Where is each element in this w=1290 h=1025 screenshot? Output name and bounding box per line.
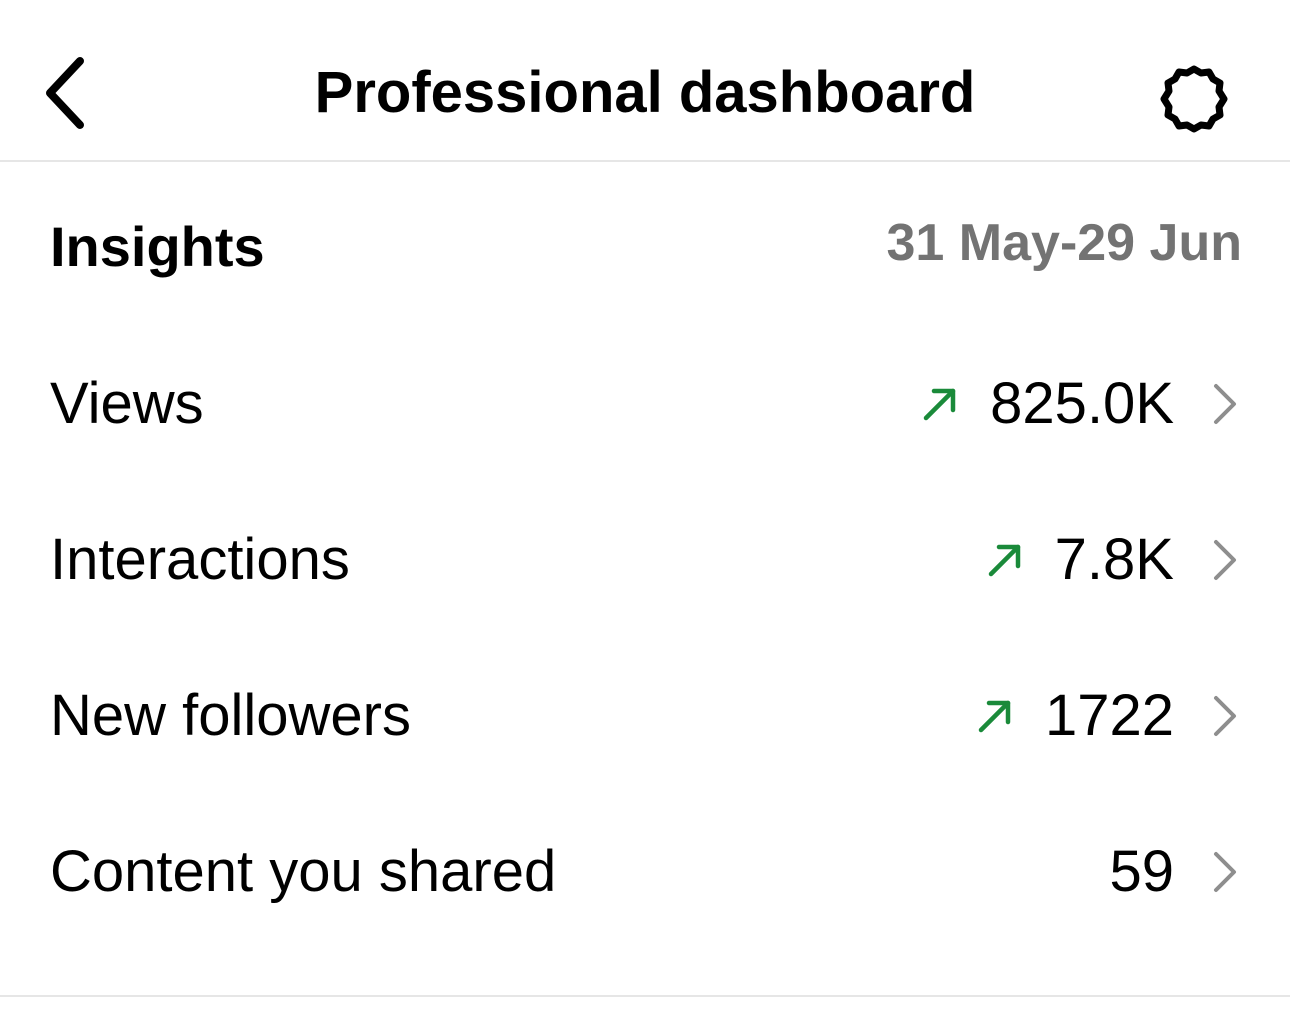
settings-button[interactable] xyxy=(1150,55,1238,143)
metric-value-group: 59 xyxy=(1109,834,1240,910)
metric-row-new-followers[interactable]: New followers 1722 xyxy=(0,638,1290,794)
chevron-right-icon xyxy=(1210,382,1240,426)
metric-value-group: 7.8K xyxy=(985,522,1240,598)
metric-value: 825.0K xyxy=(990,371,1174,436)
divider xyxy=(0,995,1290,997)
back-button[interactable] xyxy=(30,48,100,138)
insights-title: Insights xyxy=(50,215,265,278)
insights-header: Insights 31 May-29 Jun xyxy=(0,162,1290,332)
metric-row-views[interactable]: Views 825.0K xyxy=(0,326,1290,482)
top-nav-bar: Professional dashboard xyxy=(0,0,1290,162)
chevron-right-icon xyxy=(1210,850,1240,894)
trend-up-icon xyxy=(975,696,1015,736)
page-title: Professional dashboard xyxy=(314,60,976,125)
metric-row-content-you-shared[interactable]: Content you shared 59 xyxy=(0,794,1290,950)
chevron-left-icon xyxy=(46,57,84,129)
metric-row-interactions[interactable]: Interactions 7.8K xyxy=(0,482,1290,638)
metric-value-group: 825.0K xyxy=(920,366,1240,442)
metric-label: Interactions xyxy=(50,527,350,592)
metric-value: 59 xyxy=(1109,839,1174,904)
metric-label: Views xyxy=(50,371,204,436)
trend-up-icon xyxy=(985,540,1025,580)
date-range[interactable]: 31 May-29 Jun xyxy=(887,208,1243,278)
professional-dashboard-screen: Professional dashboard Insights 31 May-2… xyxy=(0,0,1290,1025)
metric-value: 7.8K xyxy=(1054,527,1174,592)
metric-value: 1722 xyxy=(1044,683,1174,748)
trend-up-icon xyxy=(920,384,960,424)
metric-label: Content you shared xyxy=(50,839,557,904)
chevron-right-icon xyxy=(1210,694,1240,738)
gear-icon xyxy=(1160,65,1228,133)
chevron-right-icon xyxy=(1210,538,1240,582)
metric-value-group: 1722 xyxy=(975,678,1240,754)
metric-label: New followers xyxy=(50,683,411,748)
